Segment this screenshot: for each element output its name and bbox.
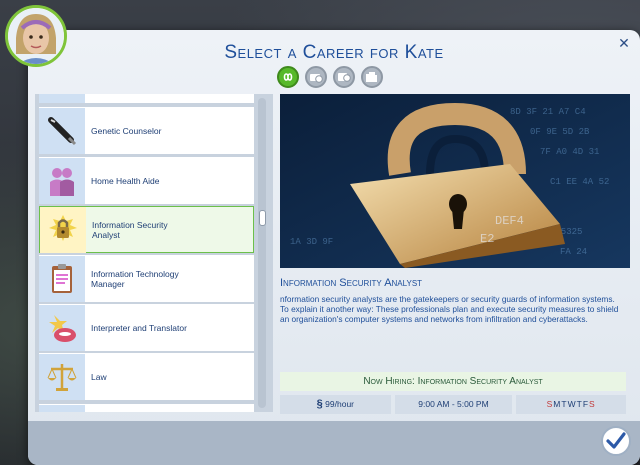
list-item[interactable]: Information Technology Manager <box>39 255 254 302</box>
padlock-icon <box>40 206 86 253</box>
career-icon <box>39 94 85 103</box>
career-title: Information Security Analyst <box>280 277 423 289</box>
svg-text:7F A0 4D 31: 7F A0 4D 31 <box>540 147 599 157</box>
svg-text:0F 9E 5D 2B: 0F 9E 5D 2B <box>530 127 590 137</box>
day-letter: W <box>567 399 577 409</box>
pay-box: § 99/hour <box>280 395 391 414</box>
folder-icon[interactable] <box>361 66 383 88</box>
clock-icon[interactable] <box>333 66 355 88</box>
speech-icon <box>39 304 85 351</box>
dialog-title: Select a Career for Kate <box>224 42 444 63</box>
svg-text:E2: E2 <box>480 232 494 246</box>
scales-icon <box>39 353 85 400</box>
scrollbar[interactable] <box>258 98 266 408</box>
career-info-row: § 99/hour 9:00 AM - 5:00 PM SMTWTFS <box>280 395 626 414</box>
career-label: Genetic Counselor <box>91 125 162 136</box>
career-label: Law <box>91 371 107 382</box>
list-item-selected[interactable]: Information Security Analyst <box>39 206 254 253</box>
list-item[interactable]: Genetic Counselor <box>39 107 254 154</box>
career-image: 8D 3F 21 A7 C4 0F 9E 5D 2B 7F A0 4D 31 C… <box>280 94 630 268</box>
career-list[interactable]: Genetic Counselor Home Health Aide Infor… <box>35 94 273 412</box>
career-icon <box>39 404 85 412</box>
briefcase-clock-icon[interactable] <box>305 66 327 88</box>
list-item[interactable] <box>39 94 254 103</box>
career-label: Information Technology Manager <box>91 268 179 289</box>
career-label: Interpreter and Translator <box>91 322 187 333</box>
checkmark-icon[interactable] <box>601 426 631 456</box>
svg-text:FA 24: FA 24 <box>560 247 587 257</box>
now-hiring-banner: Now Hiring: Information Security Analyst <box>280 372 626 391</box>
scroll-thumb[interactable] <box>259 210 266 226</box>
close-icon[interactable]: ✕ <box>616 35 632 51</box>
career-label: Information Security Analyst <box>92 219 168 240</box>
clipboard-icon <box>39 255 85 302</box>
infinity-icon[interactable] <box>277 66 299 88</box>
career-description: nformation security analysts are the gat… <box>280 294 619 324</box>
list-item[interactable] <box>39 404 254 412</box>
svg-text:DEF4: DEF4 <box>495 214 524 228</box>
avatar[interactable] <box>5 5 67 67</box>
career-filter-bar <box>277 66 383 88</box>
list-item[interactable]: Law <box>39 353 254 400</box>
people-icon <box>39 157 85 204</box>
simoleon-icon: § <box>316 398 323 410</box>
dialog-footer <box>28 421 640 465</box>
svg-text:C1 EE 4A 52: C1 EE 4A 52 <box>550 177 609 187</box>
pen-icon <box>39 107 85 154</box>
work-days: SMTWTFS <box>516 395 626 414</box>
pay-rate: 99/hour <box>325 399 355 409</box>
work-hours: 9:00 AM - 5:00 PM <box>394 395 513 414</box>
list-item[interactable]: Home Health Aide <box>39 157 254 204</box>
svg-text:1A 3D 9F: 1A 3D 9F <box>290 237 333 247</box>
svg-text:8D 3F 21 A7 C4: 8D 3F 21 A7 C4 <box>510 107 586 117</box>
career-label: Home Health Aide <box>91 175 160 186</box>
list-item[interactable]: Interpreter and Translator <box>39 304 254 351</box>
day-letter: S <box>589 399 596 409</box>
